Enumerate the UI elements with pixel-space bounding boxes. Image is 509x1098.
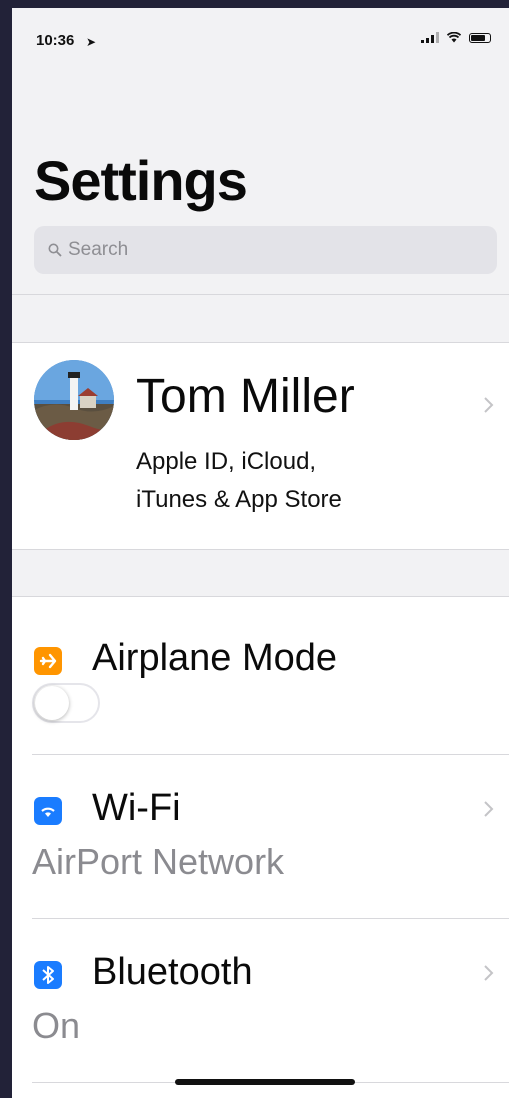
bluetooth-row[interactable]: Bluetooth On — [12, 919, 509, 1083]
bluetooth-icon — [34, 961, 62, 989]
avatar — [34, 360, 114, 440]
settings-list: Airplane Mode Wi-Fi AirPort Network Blue… — [12, 596, 509, 1098]
chevron-right-icon — [484, 965, 494, 981]
apple-id-profile-row[interactable]: Tom Miller Apple ID, iCloud, iTunes & Ap… — [12, 342, 509, 550]
wifi-icon — [34, 797, 62, 825]
wifi-status-icon — [447, 32, 461, 43]
page-title: Settings — [34, 149, 248, 212]
toggle-knob — [35, 686, 69, 720]
battery-icon — [469, 32, 491, 43]
status-icons — [421, 32, 491, 43]
status-bar: 10:36 ➤ — [12, 8, 509, 72]
chevron-right-icon — [484, 801, 494, 817]
profile-subtitle: Apple ID, iCloud, iTunes & App Store — [136, 443, 342, 519]
settings-screen: 10:36 ➤ Settings Search Tom Miller Apple… — [12, 8, 509, 1098]
wifi-label: Wi-Fi — [92, 787, 181, 829]
search-placeholder: Search — [68, 239, 129, 260]
signal-icon — [421, 32, 439, 43]
status-time: 10:36 — [36, 32, 75, 49]
divider — [12, 294, 509, 295]
airplane-mode-row: Airplane Mode — [12, 597, 509, 755]
profile-subtitle-line2: iTunes & App Store — [136, 486, 342, 513]
profile-subtitle-line1: Apple ID, iCloud, — [136, 448, 317, 475]
wifi-network-value: AirPort Network — [32, 841, 285, 882]
bluetooth-value: On — [32, 1005, 81, 1046]
chevron-right-icon — [484, 397, 494, 413]
search-icon — [48, 243, 62, 257]
location-arrow-icon: ➤ — [86, 35, 97, 49]
airplane-mode-toggle[interactable] — [32, 683, 100, 723]
home-indicator[interactable] — [175, 1079, 355, 1085]
search-input[interactable]: Search — [34, 226, 497, 274]
bluetooth-label: Bluetooth — [92, 951, 253, 993]
airplane-mode-label: Airplane Mode — [92, 637, 338, 679]
airplane-icon — [34, 647, 62, 675]
profile-name: Tom Miller — [136, 370, 355, 423]
wifi-row[interactable]: Wi-Fi AirPort Network — [12, 755, 509, 919]
